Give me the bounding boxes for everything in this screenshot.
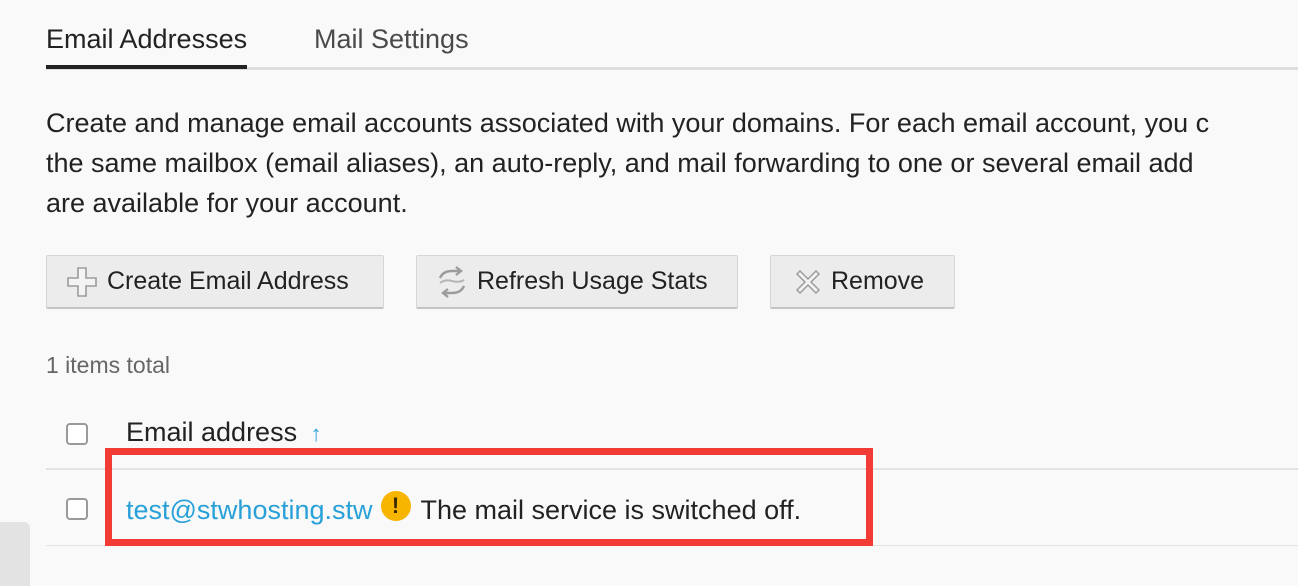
row-select-checkbox[interactable]: [66, 498, 88, 520]
create-email-address-button[interactable]: Create Email Address: [46, 255, 384, 309]
select-all-checkbox[interactable]: [66, 423, 88, 445]
mail-service-status-text: The mail service is switched off.: [420, 494, 802, 525]
items-total-count: 1 items total: [46, 352, 170, 378]
x-icon: [791, 265, 825, 299]
tab-bar: Email Addresses Mail Settings: [46, 0, 1298, 70]
email-address-column-label: Email address: [126, 417, 298, 447]
sort-ascending-icon: ↑: [310, 421, 322, 446]
refresh-usage-stats-button[interactable]: Refresh Usage Stats: [416, 255, 738, 309]
table-row: test@stwhosting.stw ! The mail service i…: [126, 491, 802, 528]
plus-icon: [65, 265, 99, 299]
refresh-icon: [435, 265, 469, 299]
email-address-link[interactable]: test@stwhosting.stw: [126, 495, 373, 526]
remove-button[interactable]: Remove: [770, 255, 955, 309]
side-panel-handle[interactable]: [0, 522, 30, 586]
description-line-1: Create and manage email accounts associa…: [46, 108, 1210, 138]
create-email-address-label: Create Email Address: [107, 267, 349, 295]
email-address-column-header[interactable]: Email address ↑: [126, 417, 322, 448]
header-divider: [46, 468, 1298, 470]
row-divider: [46, 545, 1298, 546]
description-line-2: the same mailbox (email aliases), an aut…: [46, 148, 1194, 178]
tab-email-addresses[interactable]: Email Addresses: [46, 22, 248, 69]
warning-icon: !: [380, 491, 411, 521]
description-line-3: are available for your account.: [46, 188, 408, 218]
tab-mail-settings[interactable]: Mail Settings: [314, 22, 469, 56]
refresh-usage-stats-label: Refresh Usage Stats: [477, 267, 708, 295]
page-description: Create and manage email accounts associa…: [46, 103, 1298, 223]
remove-label: Remove: [831, 267, 925, 295]
